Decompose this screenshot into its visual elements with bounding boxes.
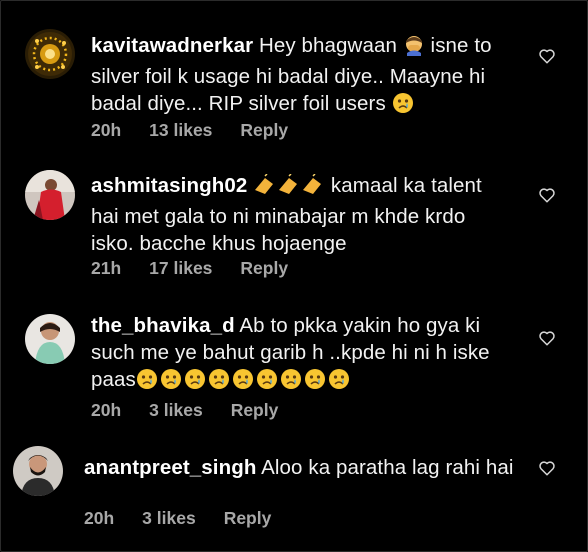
likes-count[interactable]: 13 likes: [149, 120, 212, 141]
reply-button[interactable]: Reply: [224, 508, 272, 529]
reply-button[interactable]: Reply: [240, 120, 288, 141]
comment-text: ashmitasingh02 kamaal ka talent hai met …: [91, 173, 482, 255]
comment-username[interactable]: the_bhavika_d: [91, 314, 235, 337]
avatar[interactable]: [13, 446, 63, 496]
heart-outline-icon[interactable]: [538, 186, 556, 204]
comment-text: anantpreet_singh Aloo ka paratha lag rah…: [84, 456, 514, 479]
comment-meta: 21h 17 likes Reply: [91, 258, 288, 279]
comment-time: 20h: [84, 508, 115, 528]
comment-meta: 20h 13 likes Reply: [91, 120, 288, 141]
avatar[interactable]: [25, 314, 75, 364]
avatar[interactable]: [25, 29, 75, 79]
comment-time: 20h: [91, 120, 122, 140]
avatar[interactable]: [25, 170, 75, 220]
comment-item: ashmitasingh02 kamaal ka talent hai met …: [0, 150, 588, 290]
likes-count[interactable]: 17 likes: [149, 258, 212, 279]
heart-outline-icon[interactable]: [538, 459, 556, 477]
crying-face-emoji-row: [136, 368, 356, 397]
comment-item: kavitawadnerkar Hey bhagwaan isne to sil…: [0, 0, 588, 150]
likes-count[interactable]: 3 likes: [142, 508, 196, 529]
comment-meta: 20h 3 likes Reply: [84, 508, 271, 529]
comment-time: 21h: [91, 258, 122, 278]
comment-text: the_bhavika_d Ab to pkka yakin ho gya ki…: [91, 312, 521, 397]
comment-item: anantpreet_singh Aloo ka paratha lag rah…: [0, 432, 588, 552]
comment-item: the_bhavika_d Ab to pkka yakin ho gya ki…: [0, 290, 588, 432]
comment-time: 20h: [91, 400, 122, 420]
comment-meta: 20h 3 likes Reply: [91, 400, 278, 421]
clapping-hands-emoji: [253, 173, 325, 203]
comment-username[interactable]: anantpreet_singh: [84, 456, 256, 479]
reply-button[interactable]: Reply: [231, 400, 279, 421]
heart-outline-icon[interactable]: [538, 47, 556, 65]
comment-username[interactable]: kavitawadnerkar: [91, 34, 253, 57]
reply-button[interactable]: Reply: [240, 258, 288, 279]
comment-username[interactable]: ashmitasingh02: [91, 174, 247, 197]
comment-text: kavitawadnerkar Hey bhagwaan isne to sil…: [91, 32, 531, 121]
likes-count[interactable]: 3 likes: [149, 400, 203, 421]
crying-face-emoji: [392, 92, 414, 121]
face-palm-emoji: [403, 34, 425, 63]
heart-outline-icon[interactable]: [538, 329, 556, 347]
